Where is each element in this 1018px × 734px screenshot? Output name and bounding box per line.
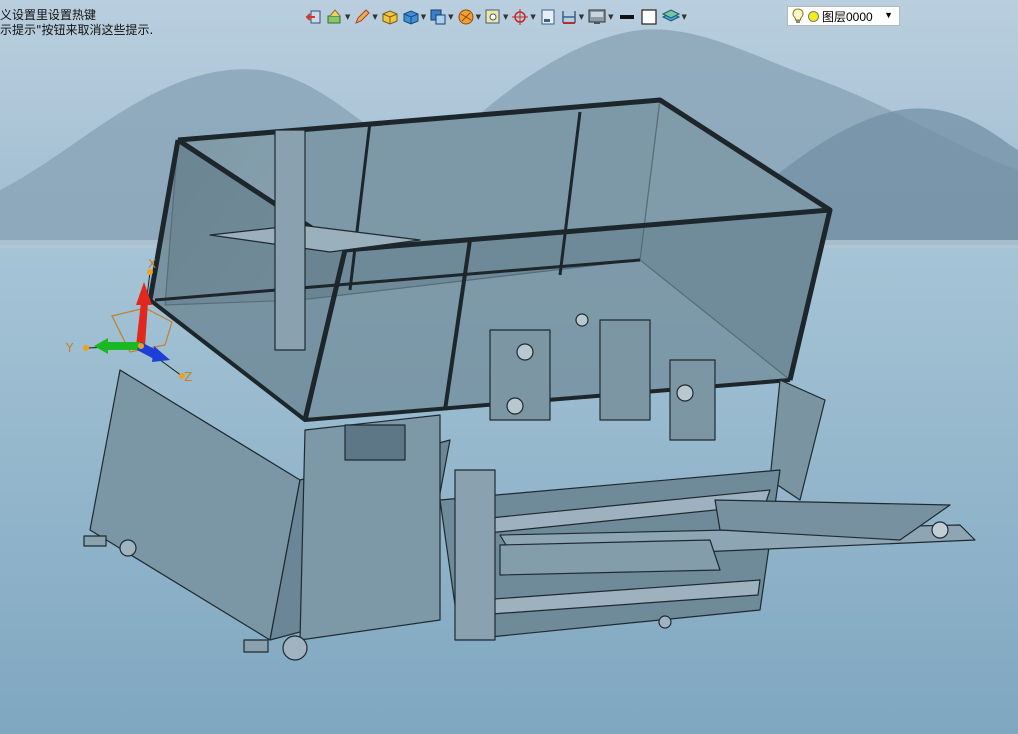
zoom-window-icon (485, 9, 500, 24)
chevron-down-icon: ▼ (578, 13, 585, 21)
gear-wheel (676, 384, 694, 402)
cad-viewport[interactable]: X Y Z (0, 0, 1018, 734)
toolbar-button-sketch-tools[interactable]: ▼ (326, 6, 350, 28)
toolbar-button-frame[interactable] (640, 6, 658, 28)
chevron-down-icon: ▼ (681, 13, 687, 21)
control-panel-screen (344, 424, 406, 461)
vertical-guide (274, 129, 306, 351)
leveling-foot (83, 535, 107, 547)
conveyor-guide (499, 539, 721, 576)
triad-x-label: X (148, 257, 157, 271)
pencil-icon (355, 9, 371, 24)
chevron-down-icon: ▼ (530, 13, 536, 21)
toolbar-button-pencil[interactable]: ▼ (353, 6, 378, 28)
triad-origin (138, 343, 144, 349)
toolbar-button-zoom-window[interactable]: ▼ (484, 6, 508, 28)
triad-y-arrow (104, 342, 140, 350)
tip-line-2: 示提示"按钮来取消这些提示. (0, 23, 154, 37)
snap-target-icon (512, 9, 529, 25)
lightbulb-icon (792, 8, 804, 23)
model-scene[interactable] (0, 0, 1018, 734)
solid-box-icon (382, 10, 398, 25)
tip-overlay: 义设置里设置热键 示提示"按钮来取消这些提示. (0, 8, 153, 38)
toolbar-button-display-mode[interactable]: ▼ (587, 6, 614, 28)
chevron-down-icon[interactable]: ▼ (884, 10, 893, 20)
chevron-down-icon: ▼ (372, 13, 378, 21)
leveling-foot (243, 639, 269, 653)
triad-y-label: Y (66, 341, 74, 355)
layer-select[interactable]: 图层0000 ▼ (787, 6, 900, 26)
chevron-down-icon: ▼ (475, 13, 481, 21)
display-mode-icon (588, 9, 606, 24)
layer-stack-icon (661, 9, 680, 22)
conveyor-roller (931, 521, 949, 539)
layer-name: 图层0000 (822, 9, 873, 24)
gear-wheel (575, 313, 589, 327)
mechanism-block (669, 359, 716, 441)
toolbar-button-snap[interactable]: ▼ (511, 6, 536, 28)
dimension-icon (561, 11, 576, 24)
render-sphere-icon (458, 9, 474, 25)
frame-icon (640, 9, 657, 25)
section-view-icon (541, 9, 555, 25)
cube-view-icon (403, 10, 419, 25)
gear-wheel (516, 343, 534, 361)
caster (119, 539, 137, 557)
sketch-tools-icon (327, 9, 341, 24)
toolbar-button-exit-sketch[interactable] (305, 6, 323, 28)
chevron-down-icon: ▼ (448, 13, 454, 21)
chevron-down-icon: ▼ (502, 13, 509, 21)
chevron-down-icon: ▼ (420, 13, 427, 21)
toolbar-button-section-view[interactable] (539, 6, 557, 28)
triad-z-label: Z (184, 370, 193, 384)
heads-up-toolbar: ▼ ▼ ▼ ▼ ▼ ▼ ▼ ▼ ▼ ▼ (305, 5, 690, 29)
view-orientation-icon (430, 9, 446, 25)
toolbar-button-layer-stack[interactable]: ▼ (661, 6, 687, 28)
toolbar-button-view-orientation[interactable]: ▼ (429, 6, 454, 28)
tip-line-1: 义设置里设置热键 (0, 8, 97, 22)
pillar (454, 469, 496, 641)
layer-color-swatch (808, 10, 819, 22)
toolbar-button-dimension[interactable]: ▼ (560, 6, 584, 28)
caster (658, 615, 672, 629)
gear-wheel (506, 397, 524, 415)
triad-y-end (83, 345, 89, 351)
mechanism-block (599, 319, 651, 421)
toolbar-button-solid-box[interactable] (381, 6, 399, 28)
caster (282, 635, 308, 661)
exit-sketch-icon (305, 10, 321, 24)
toolbar-button-render[interactable]: ▼ (457, 6, 481, 28)
toolbar-button-cube-view[interactable]: ▼ (402, 6, 426, 28)
chevron-down-icon: ▼ (608, 13, 614, 21)
toolbar-button-line-color[interactable] (617, 6, 637, 28)
line-color-icon (619, 15, 634, 19)
chevron-down-icon: ▼ (345, 13, 351, 21)
